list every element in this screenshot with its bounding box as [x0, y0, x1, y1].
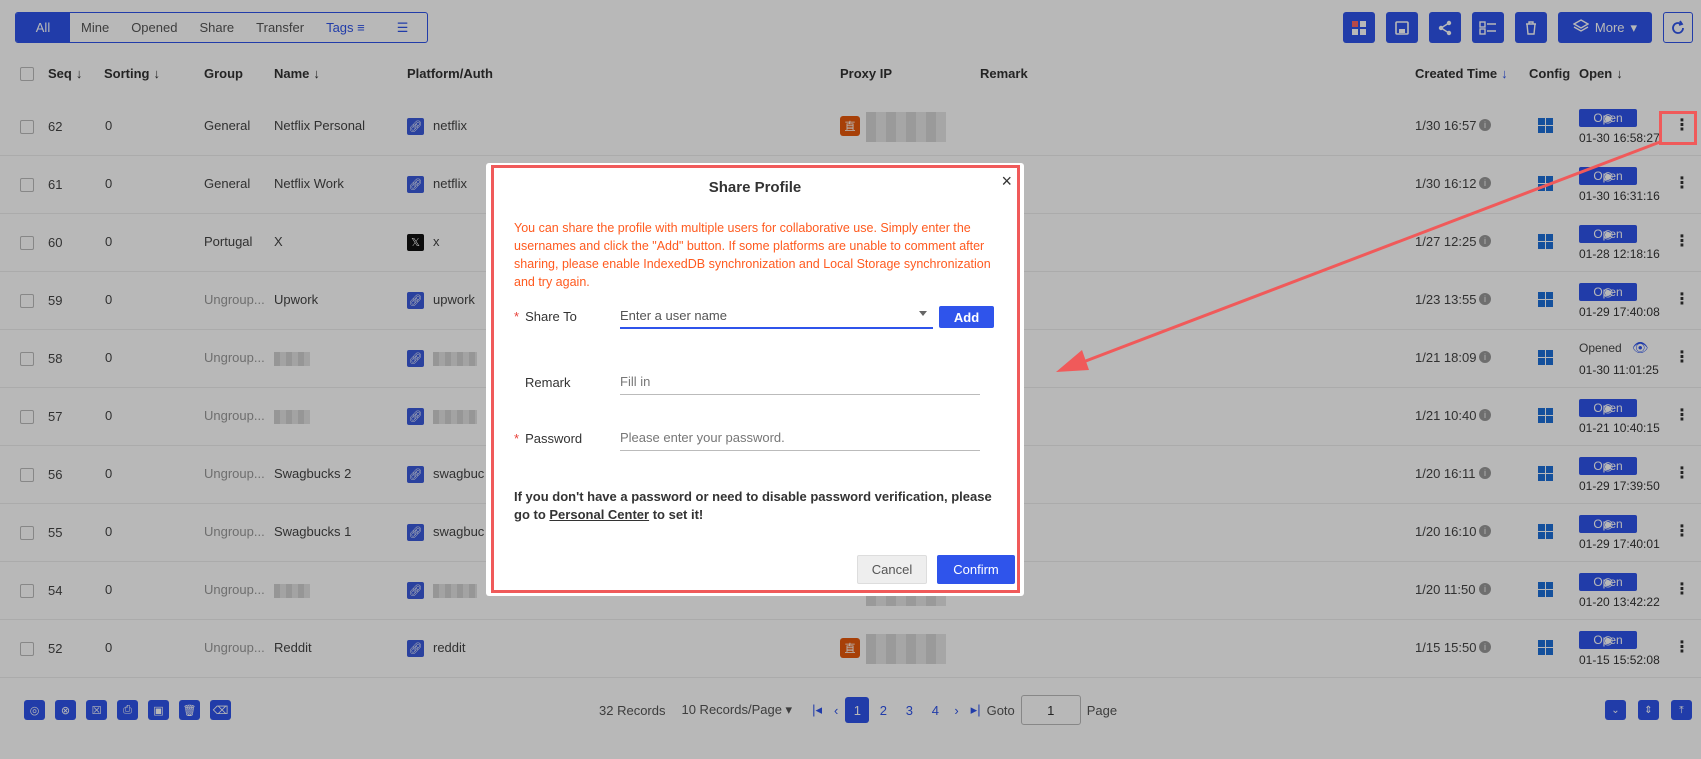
share-to-input[interactable]: Enter a user name — [620, 303, 933, 329]
required-asterisk: * — [514, 309, 520, 324]
remark-label: Remark — [525, 375, 571, 390]
close-icon[interactable]: × — [1001, 171, 1012, 192]
password-input[interactable]: Please enter your password. — [620, 425, 980, 451]
dialog-title: Share Profile — [708, 179, 802, 196]
share-to-placeholder: Enter a user name — [620, 307, 727, 323]
remark-input[interactable]: Fill in — [620, 369, 980, 395]
password-placeholder: Please enter your password. — [620, 430, 785, 445]
required-asterisk: * — [514, 431, 520, 446]
password-label: * Password — [514, 431, 583, 446]
dropdown-caret-icon — [919, 311, 927, 316]
confirm-button[interactable]: Confirm — [937, 555, 1015, 584]
remark-placeholder: Fill in — [620, 374, 651, 389]
share-notice: You can share the profile with multiple … — [514, 221, 991, 289]
share-to-label: * Share To — [514, 309, 577, 324]
password-hint: If you don't have a password or need to … — [514, 489, 992, 522]
personal-center-link[interactable]: Personal Center — [549, 507, 649, 522]
add-button[interactable]: Add — [939, 306, 994, 328]
share-profile-dialog: Share Profile × You can share the profil… — [486, 163, 1024, 596]
cancel-button[interactable]: Cancel — [857, 555, 927, 584]
